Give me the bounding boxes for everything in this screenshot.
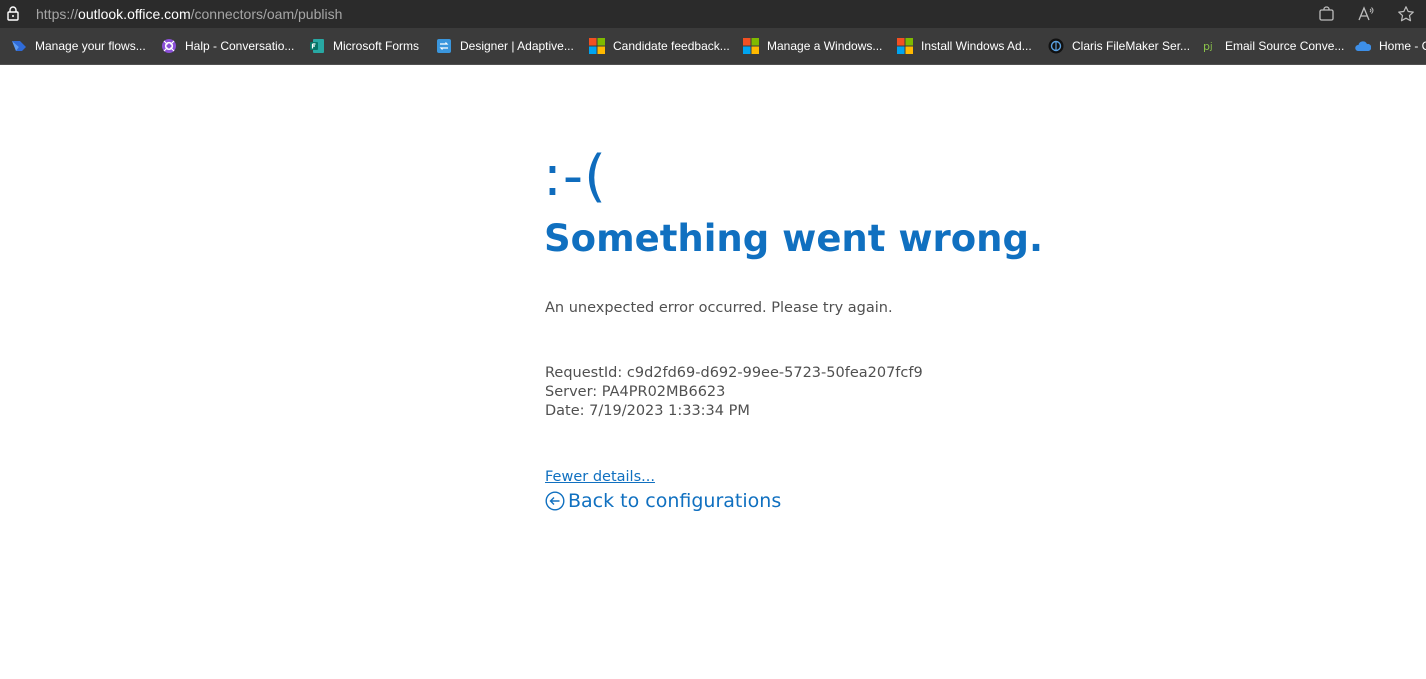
bookmark-install-windows[interactable]: Install Windows Ad... bbox=[897, 37, 1032, 55]
error-details: RequestId: c9d2fd69-d692-99ee-5723-50fea… bbox=[545, 364, 923, 421]
url-path: /connectors/oam/publish bbox=[190, 6, 343, 22]
bookmark-designer-adaptive[interactable]: Designer | Adaptive... bbox=[436, 37, 574, 55]
read-aloud-icon[interactable] bbox=[1357, 5, 1375, 23]
bookmark-home[interactable]: Home - C bbox=[1355, 37, 1426, 55]
forms-icon bbox=[310, 39, 324, 53]
bookmark-label: Halp - Conversatio... bbox=[185, 39, 295, 53]
halp-icon bbox=[162, 39, 176, 53]
fewer-details-link[interactable]: Fewer details... bbox=[545, 468, 655, 487]
svg-text:j: j bbox=[1209, 42, 1213, 52]
bookmarks-bar: Manage your flows... Halp - Conversatio.… bbox=[0, 28, 1426, 65]
power-automate-icon bbox=[12, 41, 26, 51]
bookmark-label: Install Windows Ad... bbox=[921, 39, 1032, 53]
request-id: RequestId: c9d2fd69-d692-99ee-5723-50fea… bbox=[545, 365, 923, 381]
error-message: An unexpected error occurred. Please try… bbox=[545, 300, 893, 316]
error-title: Something went wrong. bbox=[544, 217, 1044, 260]
svg-text:p: p bbox=[1203, 40, 1210, 53]
microsoft-logo-icon bbox=[897, 38, 913, 54]
back-link-label: Back to configurations bbox=[568, 490, 782, 512]
url-host: outlook.office.com bbox=[78, 6, 191, 22]
lock-icon[interactable] bbox=[7, 6, 19, 21]
url-scheme: https:// bbox=[36, 6, 79, 22]
claris-icon bbox=[1048, 38, 1064, 54]
bookmark-candidate-feedback[interactable]: Candidate feedback... bbox=[589, 37, 730, 55]
bookmark-manage-flows[interactable]: Manage your flows... bbox=[11, 37, 146, 55]
onedrive-icon bbox=[1355, 41, 1371, 51]
error-date: Date: 7/19/2023 1:33:34 PM bbox=[545, 403, 750, 419]
pj-icon: p j bbox=[1203, 40, 1213, 53]
bookmark-label: Home - C bbox=[1379, 39, 1426, 53]
bookmark-microsoft-forms[interactable]: Microsoft Forms bbox=[309, 37, 419, 55]
favorite-star-icon[interactable] bbox=[1397, 5, 1415, 23]
shopping-bag-icon[interactable] bbox=[1318, 5, 1336, 23]
bookmark-halp[interactable]: Halp - Conversatio... bbox=[161, 37, 294, 55]
page-content: :-( Something went wrong. An unexpected … bbox=[0, 65, 1426, 679]
bookmark-claris-filemaker[interactable]: Claris FileMaker Ser... bbox=[1048, 37, 1190, 55]
bookmark-manage-windows[interactable]: Manage a Windows... bbox=[743, 37, 882, 55]
microsoft-logo-icon bbox=[589, 38, 605, 54]
microsoft-logo-icon bbox=[743, 38, 759, 54]
back-arrow-circle-icon bbox=[545, 491, 565, 511]
url-text[interactable]: https://outlook.office.com/connectors/oa… bbox=[36, 6, 342, 22]
back-to-configurations-link[interactable]: Back to configurations bbox=[545, 489, 781, 513]
bookmark-label: Email Source Conve... bbox=[1225, 39, 1345, 53]
bookmark-label: Manage your flows... bbox=[35, 39, 146, 53]
bookmark-label: Manage a Windows... bbox=[767, 39, 883, 53]
sad-face-emoticon: :-( bbox=[543, 144, 607, 209]
bookmark-label: Claris FileMaker Ser... bbox=[1072, 39, 1191, 53]
address-bar[interactable]: https://outlook.office.com/connectors/oa… bbox=[0, 0, 1426, 28]
bookmark-label: Microsoft Forms bbox=[333, 39, 420, 53]
bookmark-label: Candidate feedback... bbox=[613, 39, 730, 53]
adaptive-cards-icon bbox=[437, 39, 451, 53]
bookmark-label: Designer | Adaptive... bbox=[460, 39, 574, 53]
bookmark-email-source[interactable]: p j Email Source Conve... bbox=[1201, 37, 1344, 55]
server-name: Server: PA4PR02MB6623 bbox=[545, 384, 726, 400]
